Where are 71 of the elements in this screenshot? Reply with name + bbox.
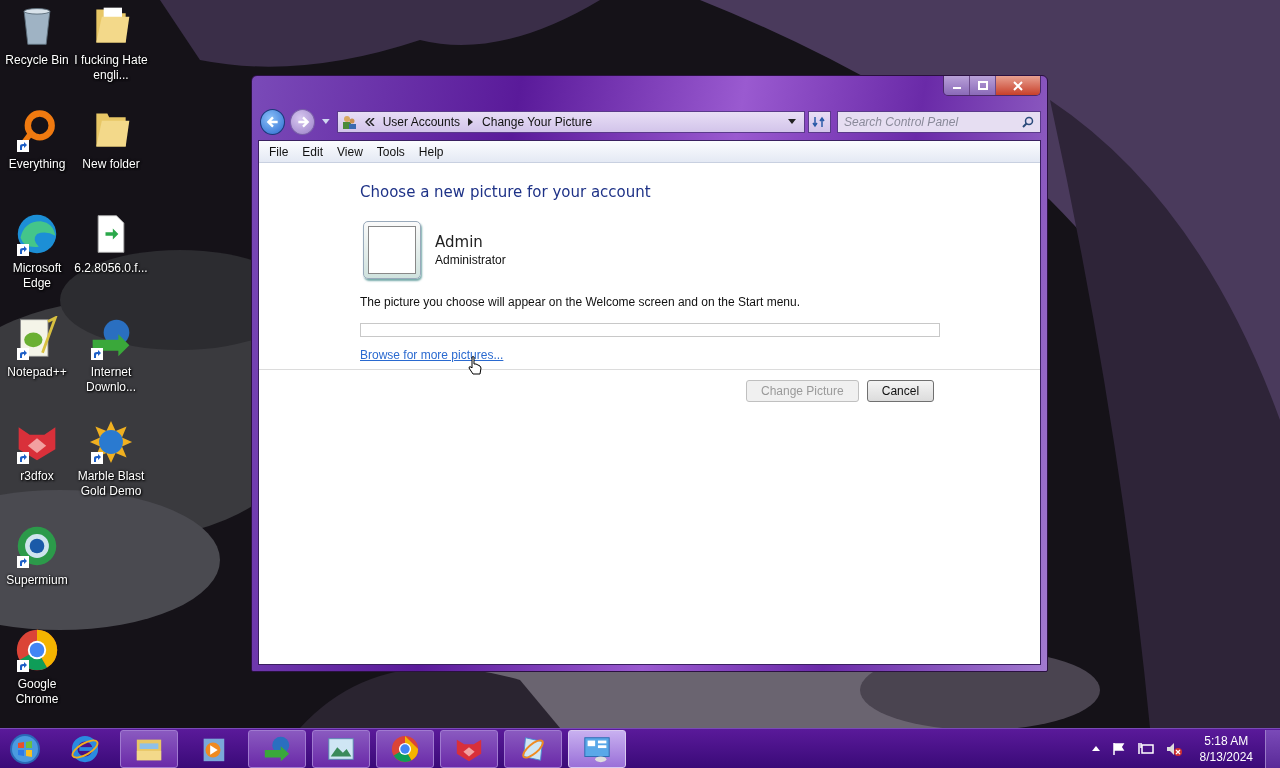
back-button[interactable] <box>260 109 285 135</box>
show-desktop-button[interactable] <box>1265 729 1280 768</box>
browse-link[interactable]: Browse for more pictures... <box>360 348 504 362</box>
browser-e-icon <box>70 733 100 764</box>
users-icon <box>340 114 357 130</box>
menu-item[interactable]: View <box>330 144 370 159</box>
desktop-icon[interactable]: I fucking Hate engli... <box>74 4 148 83</box>
close-icon <box>1013 80 1023 91</box>
menu-item[interactable]: File <box>262 144 296 159</box>
dropdown-arrow-icon[interactable] <box>787 119 796 125</box>
menu-item[interactable]: Edit <box>295 144 331 159</box>
account-type: Administrator <box>435 253 506 267</box>
taskbar-button[interactable] <box>504 729 562 768</box>
shortcut-arrow-icon <box>17 244 29 256</box>
search-icon <box>1022 116 1034 128</box>
flag-icon[interactable] <box>1111 741 1126 756</box>
minimize-button[interactable] <box>944 76 970 95</box>
clock-date: 8/13/2024 <box>1199 748 1253 765</box>
account-name: Admin <box>435 233 484 251</box>
refresh-button[interactable] <box>807 111 831 133</box>
double-chevron-icon <box>364 118 375 126</box>
desktop-icon[interactable]: Microsoft Edge <box>0 212 74 291</box>
desktop-icon[interactable]: r3dfox <box>0 420 74 484</box>
dropdown-arrow-icon[interactable] <box>322 119 330 125</box>
wave-icon <box>15 212 59 256</box>
desktop-icon[interactable]: Internet Downlo... <box>74 316 148 395</box>
description-text: The picture you choose will appear on the Welcome screen and on the Start menu. <box>360 295 802 309</box>
taskbar-button[interactable] <box>312 729 370 768</box>
minimize-icon <box>952 87 961 89</box>
chevron-right-icon[interactable] <box>468 118 475 126</box>
breadcrumb[interactable]: Change Your Picture <box>482 115 593 129</box>
maximize-icon <box>977 80 988 91</box>
arrow-left-icon <box>265 115 280 129</box>
desktop-icon[interactable]: New folder <box>74 108 148 172</box>
shortcut-arrow-icon <box>17 140 29 152</box>
chrome-icon <box>15 628 59 672</box>
chrome-icon <box>390 733 420 764</box>
address-bar[interactable]: User Accounts Change Your Picture <box>336 111 805 133</box>
taskbar-button[interactable] <box>120 729 178 768</box>
menu-item[interactable]: Help <box>411 144 451 159</box>
desktop-icon[interactable]: Supermium <box>0 524 74 588</box>
page-heading: Choose a new picture for your account <box>360 183 652 201</box>
desktop-icon[interactable]: Recycle Bin <box>0 4 74 68</box>
arrow-right-icon <box>295 115 310 129</box>
taskbar-button[interactable] <box>568 729 626 768</box>
shortcut-arrow-icon <box>91 348 103 360</box>
speaker-muted-icon[interactable] <box>1165 741 1182 756</box>
avatar-frame <box>363 221 421 279</box>
search-field[interactable]: Search Control Panel <box>837 111 1041 133</box>
close-button[interactable] <box>996 76 1040 95</box>
caret-up-icon[interactable] <box>1091 745 1100 752</box>
desktop-icon[interactable]: Marble Blast Gold Demo <box>74 420 148 499</box>
desktop-icon[interactable]: Notepad++ <box>0 316 74 380</box>
shortcut-arrow-icon <box>17 348 29 360</box>
network-icon[interactable] <box>1137 741 1154 756</box>
desktop-icon[interactable]: Everything <box>0 108 74 172</box>
globe-icon <box>15 524 59 568</box>
clock-time: 5:18 AM <box>1204 732 1249 749</box>
cancel-button[interactable]: Cancel <box>866 380 935 402</box>
clock[interactable]: 5:18 AM 8/13/2024 <box>1199 732 1253 765</box>
shortcut-arrow-icon <box>91 452 103 464</box>
taskbar-button[interactable] <box>376 729 434 768</box>
desktop-icon[interactable]: 6.2.8056.0.f... <box>74 212 148 276</box>
maximize-button[interactable] <box>970 76 996 95</box>
shortcut-arrow-icon <box>17 556 29 568</box>
menu-item[interactable]: Tools <box>369 144 412 159</box>
desktop-icon[interactable]: Google Chrome <box>0 628 74 707</box>
shortcut-arrow-icon <box>17 452 29 464</box>
refresh-icon <box>812 115 827 129</box>
breadcrumb[interactable]: User Accounts <box>382 115 461 129</box>
shortcut-arrow-icon <box>17 660 29 672</box>
